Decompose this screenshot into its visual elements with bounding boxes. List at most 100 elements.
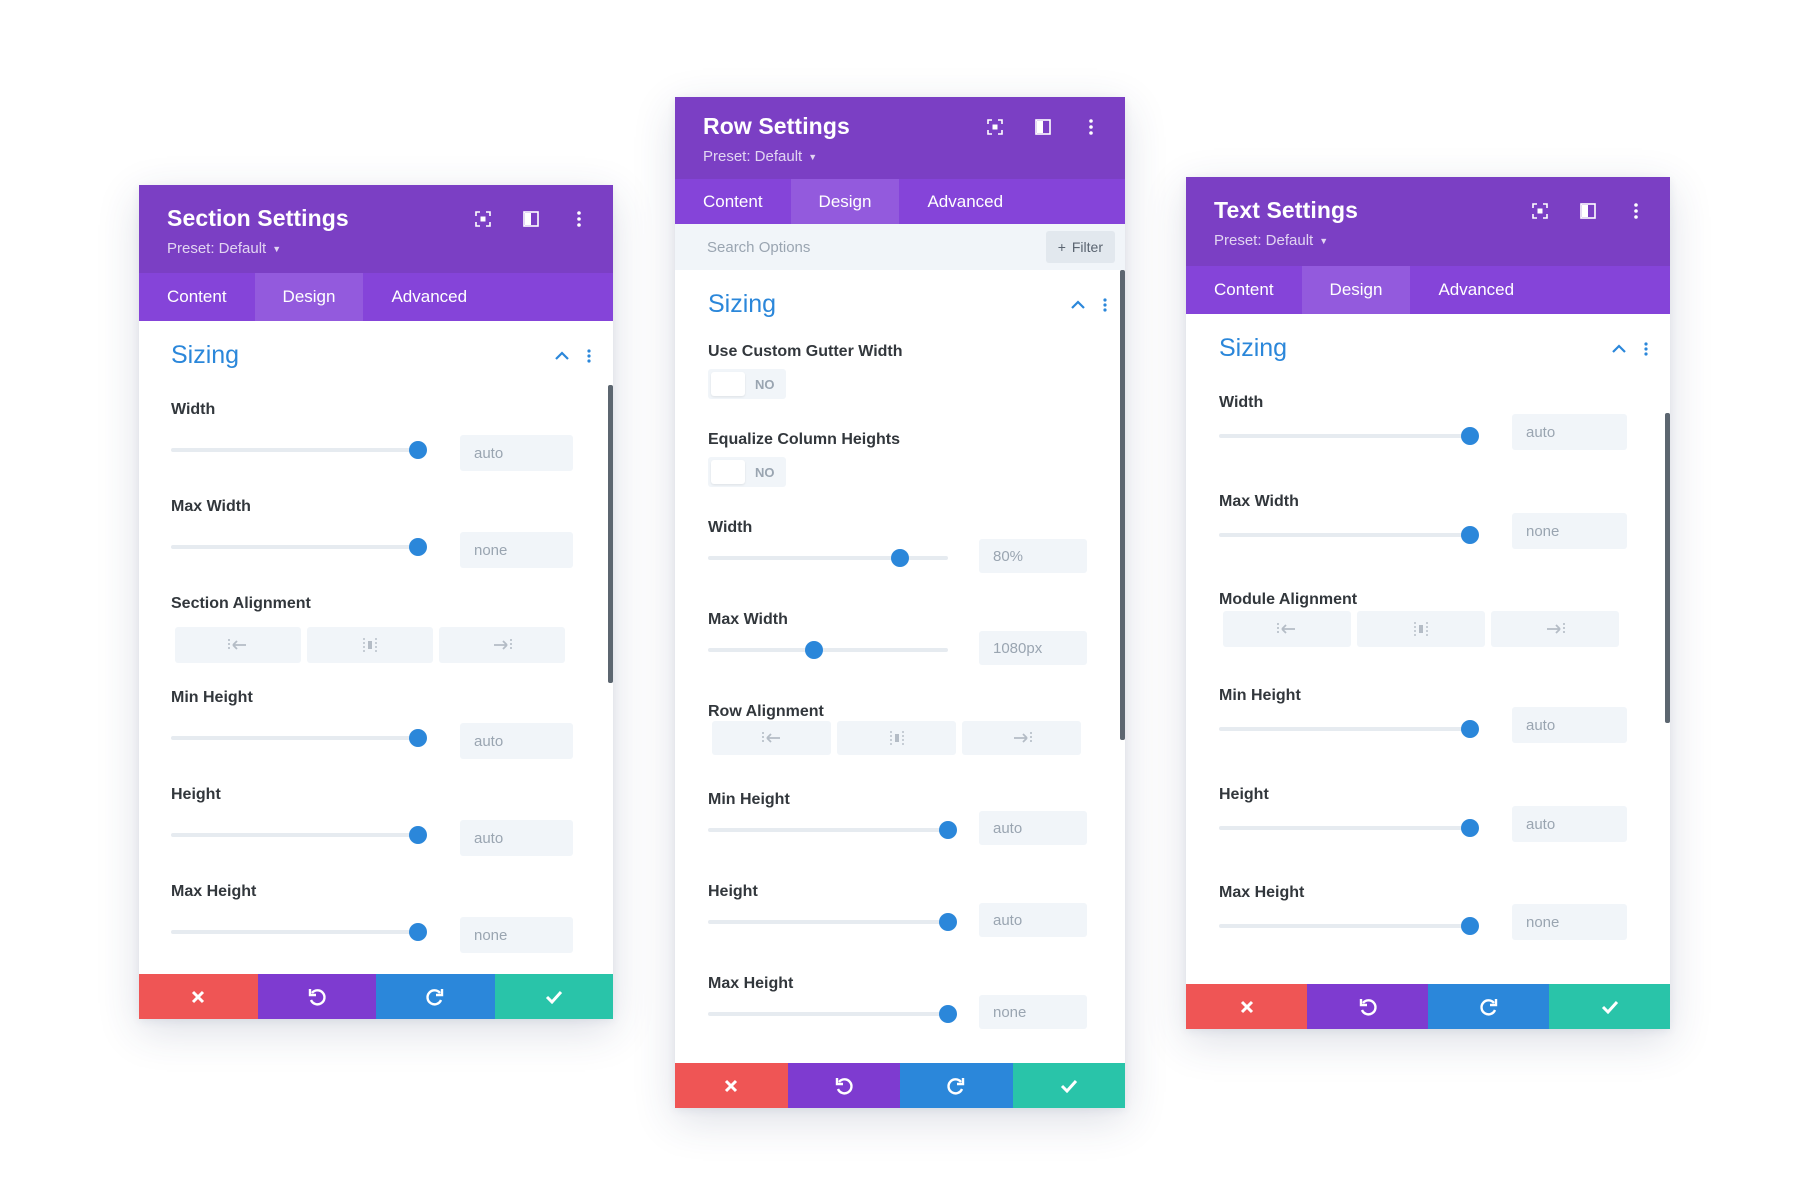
max-height-value-input[interactable]: none [979,995,1087,1029]
fullscreen-icon[interactable] [1530,201,1550,221]
discard-button[interactable] [1186,984,1307,1029]
slider-knob[interactable] [1461,526,1479,544]
max-width-value-input[interactable]: 1080px [979,631,1087,665]
redo-button[interactable] [1428,984,1549,1029]
tab-design[interactable]: Design [254,273,364,321]
align-right-icon[interactable] [439,627,565,663]
slider-knob[interactable] [409,923,427,941]
tab-content[interactable]: Content [139,273,255,321]
sizing-group-header[interactable]: Sizing [1219,334,1648,363]
discard-button[interactable] [675,1063,788,1108]
slider-knob[interactable] [939,913,957,931]
align-center-icon[interactable] [307,627,433,663]
scrollbar[interactable] [1665,413,1670,723]
search-input[interactable] [707,238,1007,256]
align-center-icon[interactable] [837,721,956,755]
align-right-icon[interactable] [1491,611,1619,647]
max-width-slider[interactable] [708,641,948,659]
split-view-icon[interactable] [521,209,541,229]
save-button[interactable] [494,974,613,1019]
tab-content[interactable]: Content [1186,266,1302,314]
more-options-icon[interactable] [569,209,589,229]
align-left-icon[interactable] [1223,611,1351,647]
max-height-value-input[interactable]: none [460,917,573,953]
slider-knob[interactable] [1461,427,1479,445]
tab-content[interactable]: Content [675,179,791,224]
scrollbar[interactable] [608,385,613,683]
preset-selector[interactable]: Preset: Default ▼ [167,240,585,257]
min-height-slider[interactable] [708,821,957,839]
redo-button[interactable] [900,1063,1013,1108]
width-slider[interactable] [708,549,948,567]
equalize-toggle[interactable]: NO [708,457,786,487]
align-right-icon[interactable] [962,721,1081,755]
fullscreen-icon[interactable] [473,209,493,229]
chevron-up-icon[interactable] [555,351,569,360]
align-center-icon[interactable] [1357,611,1485,647]
height-value-input[interactable]: auto [979,903,1087,937]
min-height-slider[interactable] [1219,720,1479,738]
max-height-value-input[interactable]: none [1512,904,1627,940]
width-slider[interactable] [1219,427,1479,445]
align-left-icon[interactable] [175,627,301,663]
max-width-value-input[interactable]: none [460,532,573,568]
chevron-up-icon[interactable] [1071,300,1085,309]
tab-design[interactable]: Design [790,179,900,224]
max-height-slider[interactable] [708,1005,957,1023]
fullscreen-icon[interactable] [985,117,1005,137]
group-more-icon[interactable] [1644,341,1648,356]
slider-knob[interactable] [804,641,823,659]
undo-button[interactable] [787,1063,900,1108]
tab-advanced[interactable]: Advanced [363,273,495,321]
width-value-input[interactable]: auto [1512,414,1627,450]
save-button[interactable] [1549,984,1670,1029]
height-value-input[interactable]: auto [1512,806,1627,842]
preset-selector[interactable]: Preset: Default ▼ [1214,232,1642,249]
max-height-slider[interactable] [171,923,427,941]
max-width-value-input[interactable]: none [1512,513,1627,549]
slider-knob[interactable] [409,729,427,747]
align-left-icon[interactable] [712,721,831,755]
slider-knob[interactable] [891,549,909,567]
width-slider[interactable] [171,441,427,459]
scrollbar[interactable] [1120,270,1125,740]
more-options-icon[interactable] [1626,201,1646,221]
min-height-value-input[interactable]: auto [460,723,573,759]
slider-knob[interactable] [409,538,427,556]
gutter-toggle[interactable]: NO [708,369,786,399]
height-slider[interactable] [1219,819,1479,837]
tab-advanced[interactable]: Advanced [899,179,1031,224]
slider-knob[interactable] [409,441,427,459]
more-options-icon[interactable] [1081,117,1101,137]
width-value-input[interactable]: auto [460,435,573,471]
height-slider[interactable] [708,913,957,931]
filter-button[interactable]: + Filter [1045,231,1115,263]
height-value-input[interactable]: auto [460,820,573,856]
chevron-up-icon[interactable] [1612,344,1626,353]
min-height-slider[interactable] [171,729,427,747]
max-height-slider[interactable] [1219,917,1479,935]
tab-design[interactable]: Design [1301,266,1411,314]
group-more-icon[interactable] [587,348,591,363]
slider-knob[interactable] [1461,720,1479,738]
sizing-group-header[interactable]: Sizing [171,341,591,370]
undo-button[interactable] [1307,984,1428,1029]
slider-knob[interactable] [939,1005,957,1023]
min-height-value-input[interactable]: auto [979,811,1087,845]
width-value-input[interactable]: 80% [979,539,1087,573]
undo-button[interactable] [257,974,376,1019]
max-width-slider[interactable] [171,538,427,556]
max-width-slider[interactable] [1219,526,1479,544]
split-view-icon[interactable] [1578,201,1598,221]
group-more-icon[interactable] [1103,297,1107,312]
slider-knob[interactable] [1461,917,1479,935]
redo-button[interactable] [376,974,495,1019]
tab-advanced[interactable]: Advanced [1410,266,1542,314]
sizing-group-header[interactable]: Sizing [708,290,1107,319]
preset-selector[interactable]: Preset: Default ▼ [703,148,1097,165]
slider-knob[interactable] [409,826,427,844]
save-button[interactable] [1012,1063,1125,1108]
slider-knob[interactable] [939,821,957,839]
split-view-icon[interactable] [1033,117,1053,137]
min-height-value-input[interactable]: auto [1512,707,1627,743]
